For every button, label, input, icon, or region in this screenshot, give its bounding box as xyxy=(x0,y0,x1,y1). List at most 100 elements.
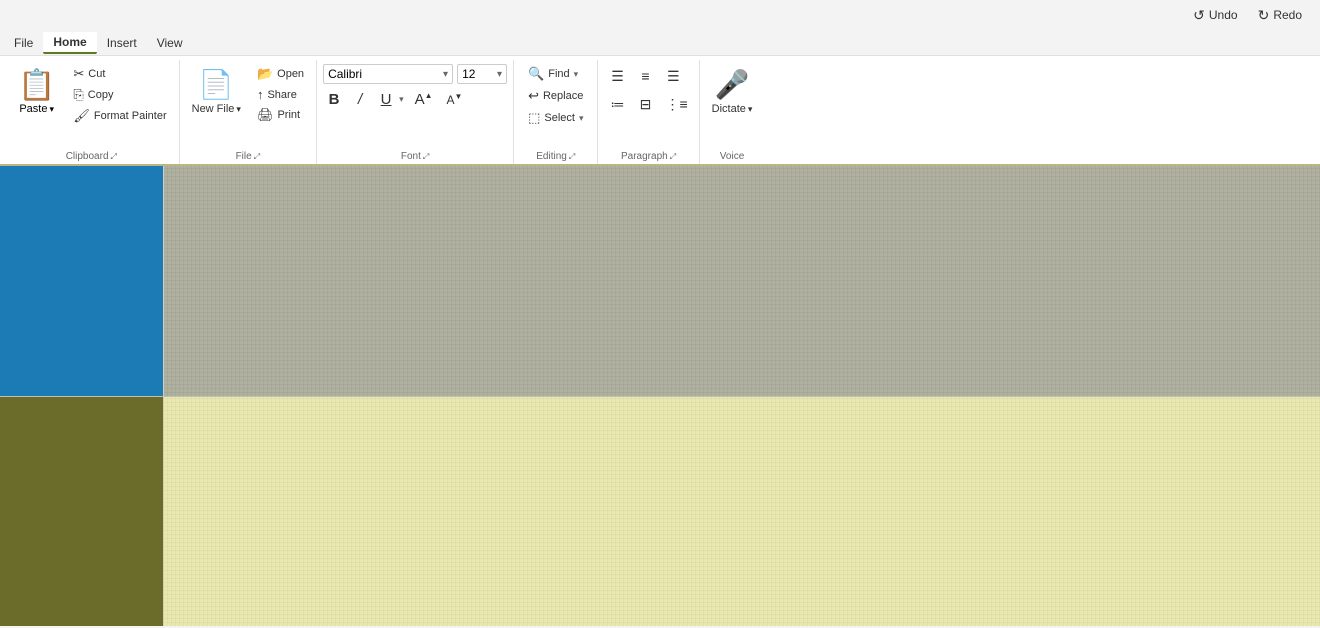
new-file-label: New File xyxy=(192,103,235,115)
numbered-list-icon: ⊟ xyxy=(640,96,652,113)
copy-button[interactable]: ⎘ Copy xyxy=(67,85,172,105)
print-label: Print xyxy=(277,109,300,121)
content-area xyxy=(0,166,1320,626)
menu-insert[interactable]: Insert xyxy=(97,33,147,53)
open-label: Open xyxy=(277,68,304,80)
menu-file[interactable]: File xyxy=(4,33,43,53)
share-icon: ↑ xyxy=(257,87,264,102)
new-file-button[interactable]: 📄 New File ▾ xyxy=(186,64,247,119)
font-expand-icon[interactable]: ⤢ xyxy=(423,152,429,162)
clipboard-label: Clipboard ⤢ xyxy=(10,149,173,164)
print-icon: 🖨 xyxy=(257,107,274,123)
replace-icon: ↩ xyxy=(528,88,539,104)
font-shrink-icon: A▼ xyxy=(447,92,463,107)
paste-button[interactable]: 📋 Paste ▾ xyxy=(10,64,63,119)
undo-label: Undo xyxy=(1209,8,1238,22)
underline-wrapper: U ▾ xyxy=(375,88,406,110)
menu-view[interactable]: View xyxy=(147,33,193,53)
voice-group: 🎤 Dictate ▾ Voice xyxy=(700,60,765,164)
microphone-icon: 🎤 xyxy=(715,68,750,101)
new-file-icon: 📄 xyxy=(199,68,234,101)
share-label: Share xyxy=(267,89,296,101)
gray-panel xyxy=(164,166,1320,396)
numbered-list-button[interactable]: ⊟ xyxy=(632,92,658,116)
select-icon: ⬚ xyxy=(528,110,540,126)
replace-button[interactable]: ↩ Replace xyxy=(520,86,591,106)
copy-icon: ⎘ xyxy=(73,87,83,103)
font-name-dropdown[interactable]: Calibri ▾ xyxy=(323,64,453,84)
para-row2: ≔ ⊟ ⋮≡ xyxy=(604,92,692,116)
bold-button[interactable]: B xyxy=(323,88,345,110)
bullet-list-button[interactable]: ≔ xyxy=(604,92,630,116)
select-label: Select xyxy=(544,112,575,124)
font-group-label: Font ⤢ xyxy=(323,149,507,164)
paragraph-expand-icon[interactable]: ⤢ xyxy=(670,152,676,162)
font-shrink-button[interactable]: A▼ xyxy=(442,88,468,110)
underline-dropdown-icon[interactable]: ▾ xyxy=(397,93,406,106)
copy-label: Copy xyxy=(88,89,114,101)
cut-label: Cut xyxy=(88,68,105,80)
yellow-panel xyxy=(164,397,1320,627)
format-painter-button[interactable]: 🖌 Format Painter xyxy=(67,106,172,126)
dictate-dropdown-icon: ▾ xyxy=(748,104,753,115)
font-name-value: Calibri xyxy=(328,67,362,81)
underline-icon: U xyxy=(381,91,392,108)
format-painter-label: Format Painter xyxy=(94,110,167,122)
cut-button[interactable]: ✂ Cut xyxy=(67,64,172,84)
find-dropdown-icon: ▾ xyxy=(574,69,579,80)
editing-controls: 🔍 Find ▾ ↩ Replace ⬚ Select ▾ xyxy=(520,64,591,128)
open-icon: 📂 xyxy=(257,66,273,82)
undo-icon: ↺ xyxy=(1193,7,1205,24)
content-row-top xyxy=(0,166,1320,396)
file-group-right: 📂 Open ↑ Share 🖨 Print xyxy=(251,64,310,125)
italic-button[interactable]: / xyxy=(349,88,371,110)
voice-controls: 🎤 Dictate ▾ xyxy=(706,64,759,119)
ribbon: 📋 Paste ▾ ✂ Cut ⎘ Copy 🖌 Format Pa xyxy=(0,56,1320,166)
clipboard-right: ✂ Cut ⎘ Copy 🖌 Format Painter xyxy=(67,64,172,126)
align-center-icon: ≡ xyxy=(641,68,649,84)
menu-home[interactable]: Home xyxy=(43,32,96,54)
clipboard-group: 📋 Paste ▾ ✂ Cut ⎘ Copy 🖌 Format Pa xyxy=(4,60,180,164)
blue-block xyxy=(0,166,163,396)
font-row2: B / U ▾ A▲ A▼ xyxy=(323,88,507,110)
cut-icon: ✂ xyxy=(73,66,84,82)
new-file-dropdown-icon: ▾ xyxy=(236,104,241,115)
file-expand-icon[interactable]: ⤢ xyxy=(254,152,260,162)
share-button[interactable]: ↑ Share xyxy=(251,85,310,104)
find-icon: 🔍 xyxy=(528,66,544,82)
title-bar: ↺ Undo ↻ Redo xyxy=(0,0,1320,30)
olive-block xyxy=(0,397,163,627)
redo-button[interactable]: ↻ Redo xyxy=(1252,5,1308,26)
redo-label: Redo xyxy=(1273,8,1302,22)
paste-icon: 📋 xyxy=(18,68,55,103)
editing-expand-icon[interactable]: ⤢ xyxy=(569,152,575,162)
dictate-button[interactable]: 🎤 Dictate ▾ xyxy=(706,64,759,119)
clipboard-expand-icon[interactable]: ⤢ xyxy=(111,152,117,162)
select-button[interactable]: ⬚ Select ▾ xyxy=(520,108,591,128)
editing-group: 🔍 Find ▾ ↩ Replace ⬚ Select ▾ Editing ⤢ xyxy=(514,60,598,164)
open-button[interactable]: 📂 Open xyxy=(251,64,310,84)
replace-label: Replace xyxy=(543,90,583,102)
paragraph-group-label: Paragraph ⤢ xyxy=(604,149,692,164)
underline-button[interactable]: U xyxy=(375,88,397,110)
align-left-icon: ☰ xyxy=(611,68,624,85)
font-row1: Calibri ▾ 12 ▾ xyxy=(323,64,507,84)
dictate-label: Dictate xyxy=(712,103,746,115)
font-grow-button[interactable]: A▲ xyxy=(410,88,438,110)
font-size-dropdown[interactable]: 12 ▾ xyxy=(457,64,507,84)
indent-list-button[interactable]: ⋮≡ xyxy=(660,92,692,116)
find-button[interactable]: 🔍 Find ▾ xyxy=(520,64,591,84)
align-left-button[interactable]: ☰ xyxy=(604,64,630,88)
print-button[interactable]: 🖨 Print xyxy=(251,105,310,125)
paste-label: Paste xyxy=(19,103,47,115)
font-controls: Calibri ▾ 12 ▾ B / xyxy=(323,64,507,110)
select-dropdown-icon: ▾ xyxy=(579,113,584,124)
find-label: Find xyxy=(548,68,569,80)
menu-bar: File Home Insert View xyxy=(0,30,1320,56)
para-row1: ☰ ≡ ☰ xyxy=(604,64,692,88)
align-center-button[interactable]: ≡ xyxy=(632,64,658,88)
file-group-label: File ⤢ xyxy=(186,149,310,164)
align-right-button[interactable]: ☰ xyxy=(660,64,686,88)
editing-group-label: Editing ⤢ xyxy=(520,149,591,164)
undo-button[interactable]: ↺ Undo xyxy=(1187,5,1243,26)
